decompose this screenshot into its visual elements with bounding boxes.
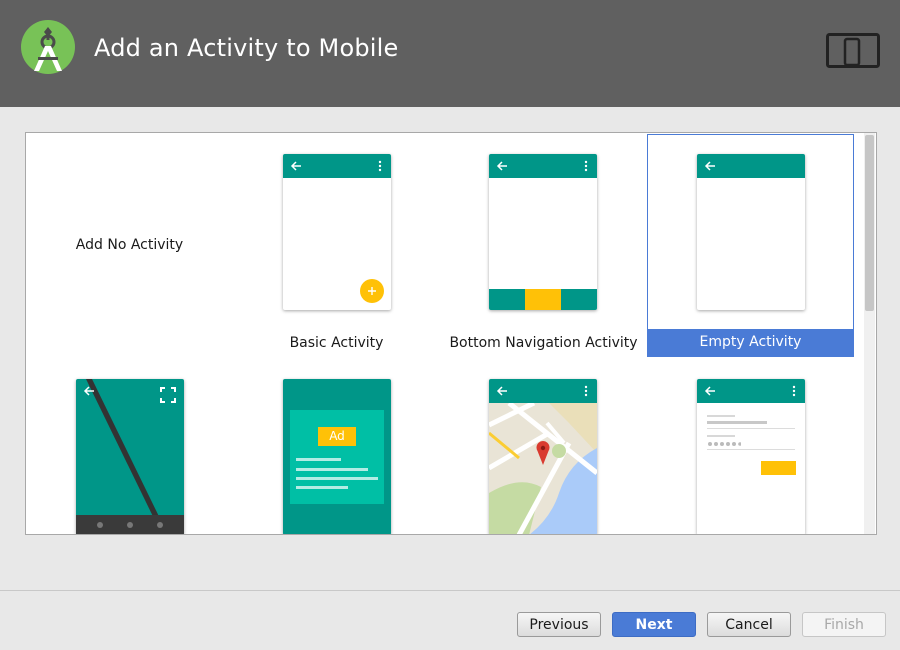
overflow-menu-icon [584, 160, 588, 172]
nav-dot [97, 522, 103, 528]
next-button[interactable]: Next [612, 612, 696, 637]
back-arrow-icon [704, 386, 715, 396]
bottom-navigation-active-item [525, 289, 561, 310]
activity-tile-fullscreen[interactable] [26, 357, 233, 534]
activity-label: Basic Activity [289, 335, 384, 351]
phone-preview [697, 154, 805, 310]
map-pin-icon [536, 441, 550, 465]
activity-tile-admob[interactable]: Ad [233, 357, 440, 534]
ad-badge: Ad [318, 427, 356, 446]
phone-preview [697, 379, 805, 534]
back-arrow-icon [704, 161, 715, 171]
back-arrow-icon [496, 161, 507, 171]
page-title: Add an Activity to Mobile [94, 34, 399, 62]
phone-preview [489, 379, 597, 534]
android-studio-icon [21, 20, 75, 74]
phone-tablet-icon [826, 33, 880, 68]
phone-preview: Ad [283, 379, 391, 534]
ad-text-line [296, 458, 341, 461]
activity-label: Bottom Navigation Activity [449, 335, 638, 351]
map-graphic [489, 403, 597, 534]
vertical-scrollbar[interactable] [864, 133, 875, 534]
bottom-navigation-bar [489, 289, 597, 310]
phone-preview [283, 154, 391, 310]
fab-plus-icon [360, 279, 384, 303]
ad-card: Ad [290, 410, 384, 504]
field-underline [707, 428, 795, 429]
cancel-button[interactable]: Cancel [707, 612, 791, 637]
overflow-menu-icon [584, 385, 588, 397]
password-dots-icon [708, 442, 741, 446]
nav-dot [127, 522, 133, 528]
activity-label: Add No Activity [75, 237, 184, 253]
activity-gallery[interactable]: Add No Activity Basic Activity Bottom Na… [25, 132, 877, 535]
activity-label: Empty Activity [647, 329, 854, 356]
password-field-placeholder [707, 435, 735, 437]
overflow-menu-icon [378, 160, 382, 172]
activity-tile-basic[interactable]: Basic Activity [233, 133, 440, 357]
back-arrow-icon [290, 161, 301, 171]
sign-in-button-graphic [761, 461, 796, 475]
scrollbar-thumb[interactable] [865, 135, 874, 311]
email-field-line [707, 421, 767, 424]
back-arrow-icon [496, 386, 507, 396]
phone-preview [76, 379, 184, 534]
email-field-placeholder [707, 415, 735, 417]
ad-text-line [296, 477, 378, 480]
ad-text-line [296, 468, 368, 471]
activity-tile-maps[interactable] [440, 357, 647, 534]
field-underline [707, 449, 795, 450]
previous-button[interactable]: Previous [517, 612, 601, 637]
fullscreen-icon [160, 387, 176, 403]
overflow-menu-icon [792, 385, 796, 397]
wizard-header: Add an Activity to Mobile [0, 0, 900, 107]
system-navigation-bar [76, 515, 184, 534]
nav-dot [157, 522, 163, 528]
activity-tile-none[interactable]: Add No Activity [26, 133, 233, 357]
activity-tile-empty[interactable]: Empty Activity [647, 133, 854, 357]
finish-button[interactable]: Finish [802, 612, 886, 637]
footer-divider [0, 590, 900, 591]
activity-tile-login[interactable] [647, 357, 854, 534]
activity-tile-bottom-navigation[interactable]: Bottom Navigation Activity [440, 133, 647, 357]
phone-preview [489, 154, 597, 310]
ad-text-line [296, 486, 348, 489]
back-arrow-icon [83, 386, 94, 396]
